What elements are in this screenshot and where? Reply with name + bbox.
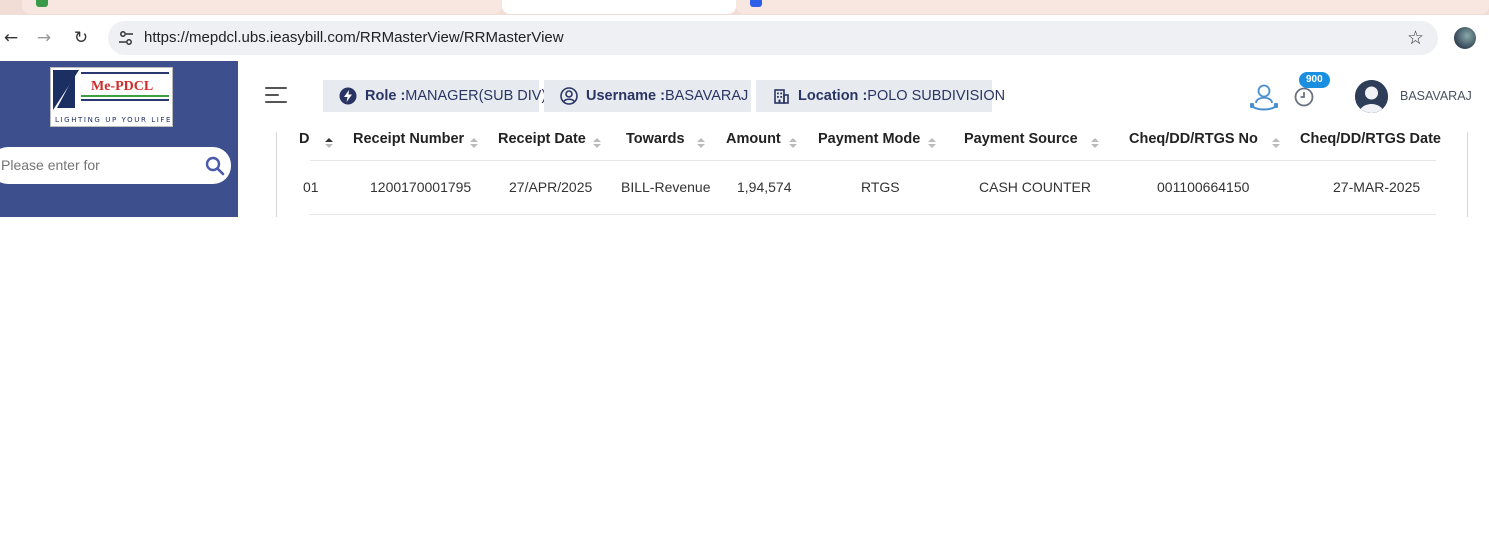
column-header-receipt-date[interactable]: Receipt Date	[498, 132, 586, 147]
building-icon	[774, 89, 789, 104]
sidebar-search	[0, 147, 231, 184]
top-navbar: Role : MANAGER(SUB DIV) Username : BASAVAR…	[238, 61, 1489, 132]
column-header-amount[interactable]: Amount	[726, 132, 781, 147]
user-circle-icon	[560, 87, 578, 105]
username-chip: Username : BASAVARAJ	[544, 80, 751, 112]
address-bar[interactable]: https://mepdcl.ubs.ieasybill.com/RRMaste…	[108, 21, 1438, 55]
sort-icon[interactable]	[789, 138, 797, 148]
back-icon[interactable]: ←	[0, 27, 22, 49]
column-header-cheq-no[interactable]: Cheq/DD/RTGS No	[1129, 132, 1258, 147]
sort-icon[interactable]	[470, 138, 478, 148]
role-label: Role :	[365, 88, 406, 104]
address-url[interactable]: https://mepdcl.ubs.ieasybill.com/RRMaste…	[144, 29, 564, 46]
table-cell-receipt-date: 27/APR/2025	[509, 179, 593, 195]
location-chip: Location : POLO SUBDIVISION	[756, 80, 1005, 112]
column-header-partial[interactable]: D	[299, 132, 309, 147]
sort-icon[interactable]	[697, 138, 705, 148]
sort-icon[interactable]	[325, 138, 333, 148]
column-header-payment-mode[interactable]: Payment Mode	[818, 132, 920, 147]
column-header-payment-source[interactable]: Payment Source	[964, 132, 1078, 147]
sidebar: Me-PDCL LIGHTING UP YOUR LIFE	[0, 61, 238, 217]
role-value: MANAGER(SUB DIV)	[405, 88, 547, 104]
column-header-towards[interactable]: Towards	[626, 132, 685, 147]
username-label: Username :	[586, 88, 665, 104]
bookmark-star-icon[interactable]: ☆	[1407, 27, 1424, 49]
sort-icon[interactable]	[593, 138, 601, 148]
logo-brand: Me-PDCL	[91, 79, 153, 94]
reload-icon[interactable]: ↻	[70, 27, 92, 49]
table-header-row: D Receipt Number Receipt Date Towards Am…	[299, 132, 1441, 161]
table-row[interactable]: 01 1200170001795 27/APR/2025 BILL-Revenu…	[303, 161, 1436, 215]
search-icon[interactable]	[205, 156, 225, 176]
support-agent-icon[interactable]	[1248, 81, 1280, 113]
column-header-cheq-date[interactable]: Cheq/DD/RTGS Date	[1300, 132, 1441, 147]
notification-badge[interactable]: 900	[1299, 72, 1330, 88]
browser-tab-active[interactable]	[502, 0, 736, 14]
table-cell-cheq-no: 001100664150	[1157, 179, 1250, 195]
site-info-icon[interactable]	[118, 30, 134, 46]
table-cell-partial: 01	[303, 179, 319, 195]
sidebar-search-input[interactable]	[1, 155, 191, 175]
user-avatar[interactable]	[1355, 80, 1388, 113]
hamburger-menu-icon[interactable]	[265, 87, 287, 105]
browser-profile-avatar[interactable]	[1454, 27, 1476, 49]
browser-toolbar: ← → ↻ https://mepdcl.ubs.ieasybill.com/R…	[0, 15, 1489, 61]
browser-tab[interactable]	[736, 0, 1489, 14]
company-logo[interactable]: Me-PDCL LIGHTING UP YOUR LIFE	[50, 67, 173, 127]
bolt-icon	[339, 87, 357, 105]
browser-tab[interactable]	[22, 0, 502, 14]
logo-tagline: LIGHTING UP YOUR LIFE	[55, 116, 172, 124]
table-cell-receipt-number: 1200170001795	[370, 179, 472, 195]
role-chip: Role : MANAGER(SUB DIV)	[323, 80, 546, 112]
location-value: POLO SUBDIVISION	[867, 88, 1006, 104]
receipt-table: D Receipt Number Receipt Date Towards Am…	[276, 132, 1468, 217]
sort-icon[interactable]	[928, 138, 936, 148]
user-name[interactable]: BASAVARAJ	[1400, 89, 1472, 103]
table-cell-payment-mode: RTGS	[861, 179, 900, 195]
sort-icon[interactable]	[1272, 138, 1280, 148]
table-cell-towards: BILL-Revenue	[621, 179, 711, 195]
table-cell-amount: 1,94,574	[737, 179, 792, 195]
sort-icon[interactable]	[1091, 138, 1099, 148]
clock-notification-icon[interactable]	[1294, 87, 1314, 107]
table-cell-payment-source: CASH COUNTER	[979, 179, 1092, 195]
location-label: Location :	[798, 88, 868, 104]
tab-favicon-icon	[750, 0, 762, 7]
table-cell-cheq-date: 27-MAR-2025	[1333, 179, 1421, 195]
forward-icon[interactable]: →	[33, 27, 55, 49]
browser-tab-strip	[0, 0, 1489, 15]
tab-favicon-icon	[36, 0, 48, 7]
column-header-receipt-number[interactable]: Receipt Number	[353, 132, 464, 147]
username-value: BASAVARAJ	[664, 88, 749, 104]
